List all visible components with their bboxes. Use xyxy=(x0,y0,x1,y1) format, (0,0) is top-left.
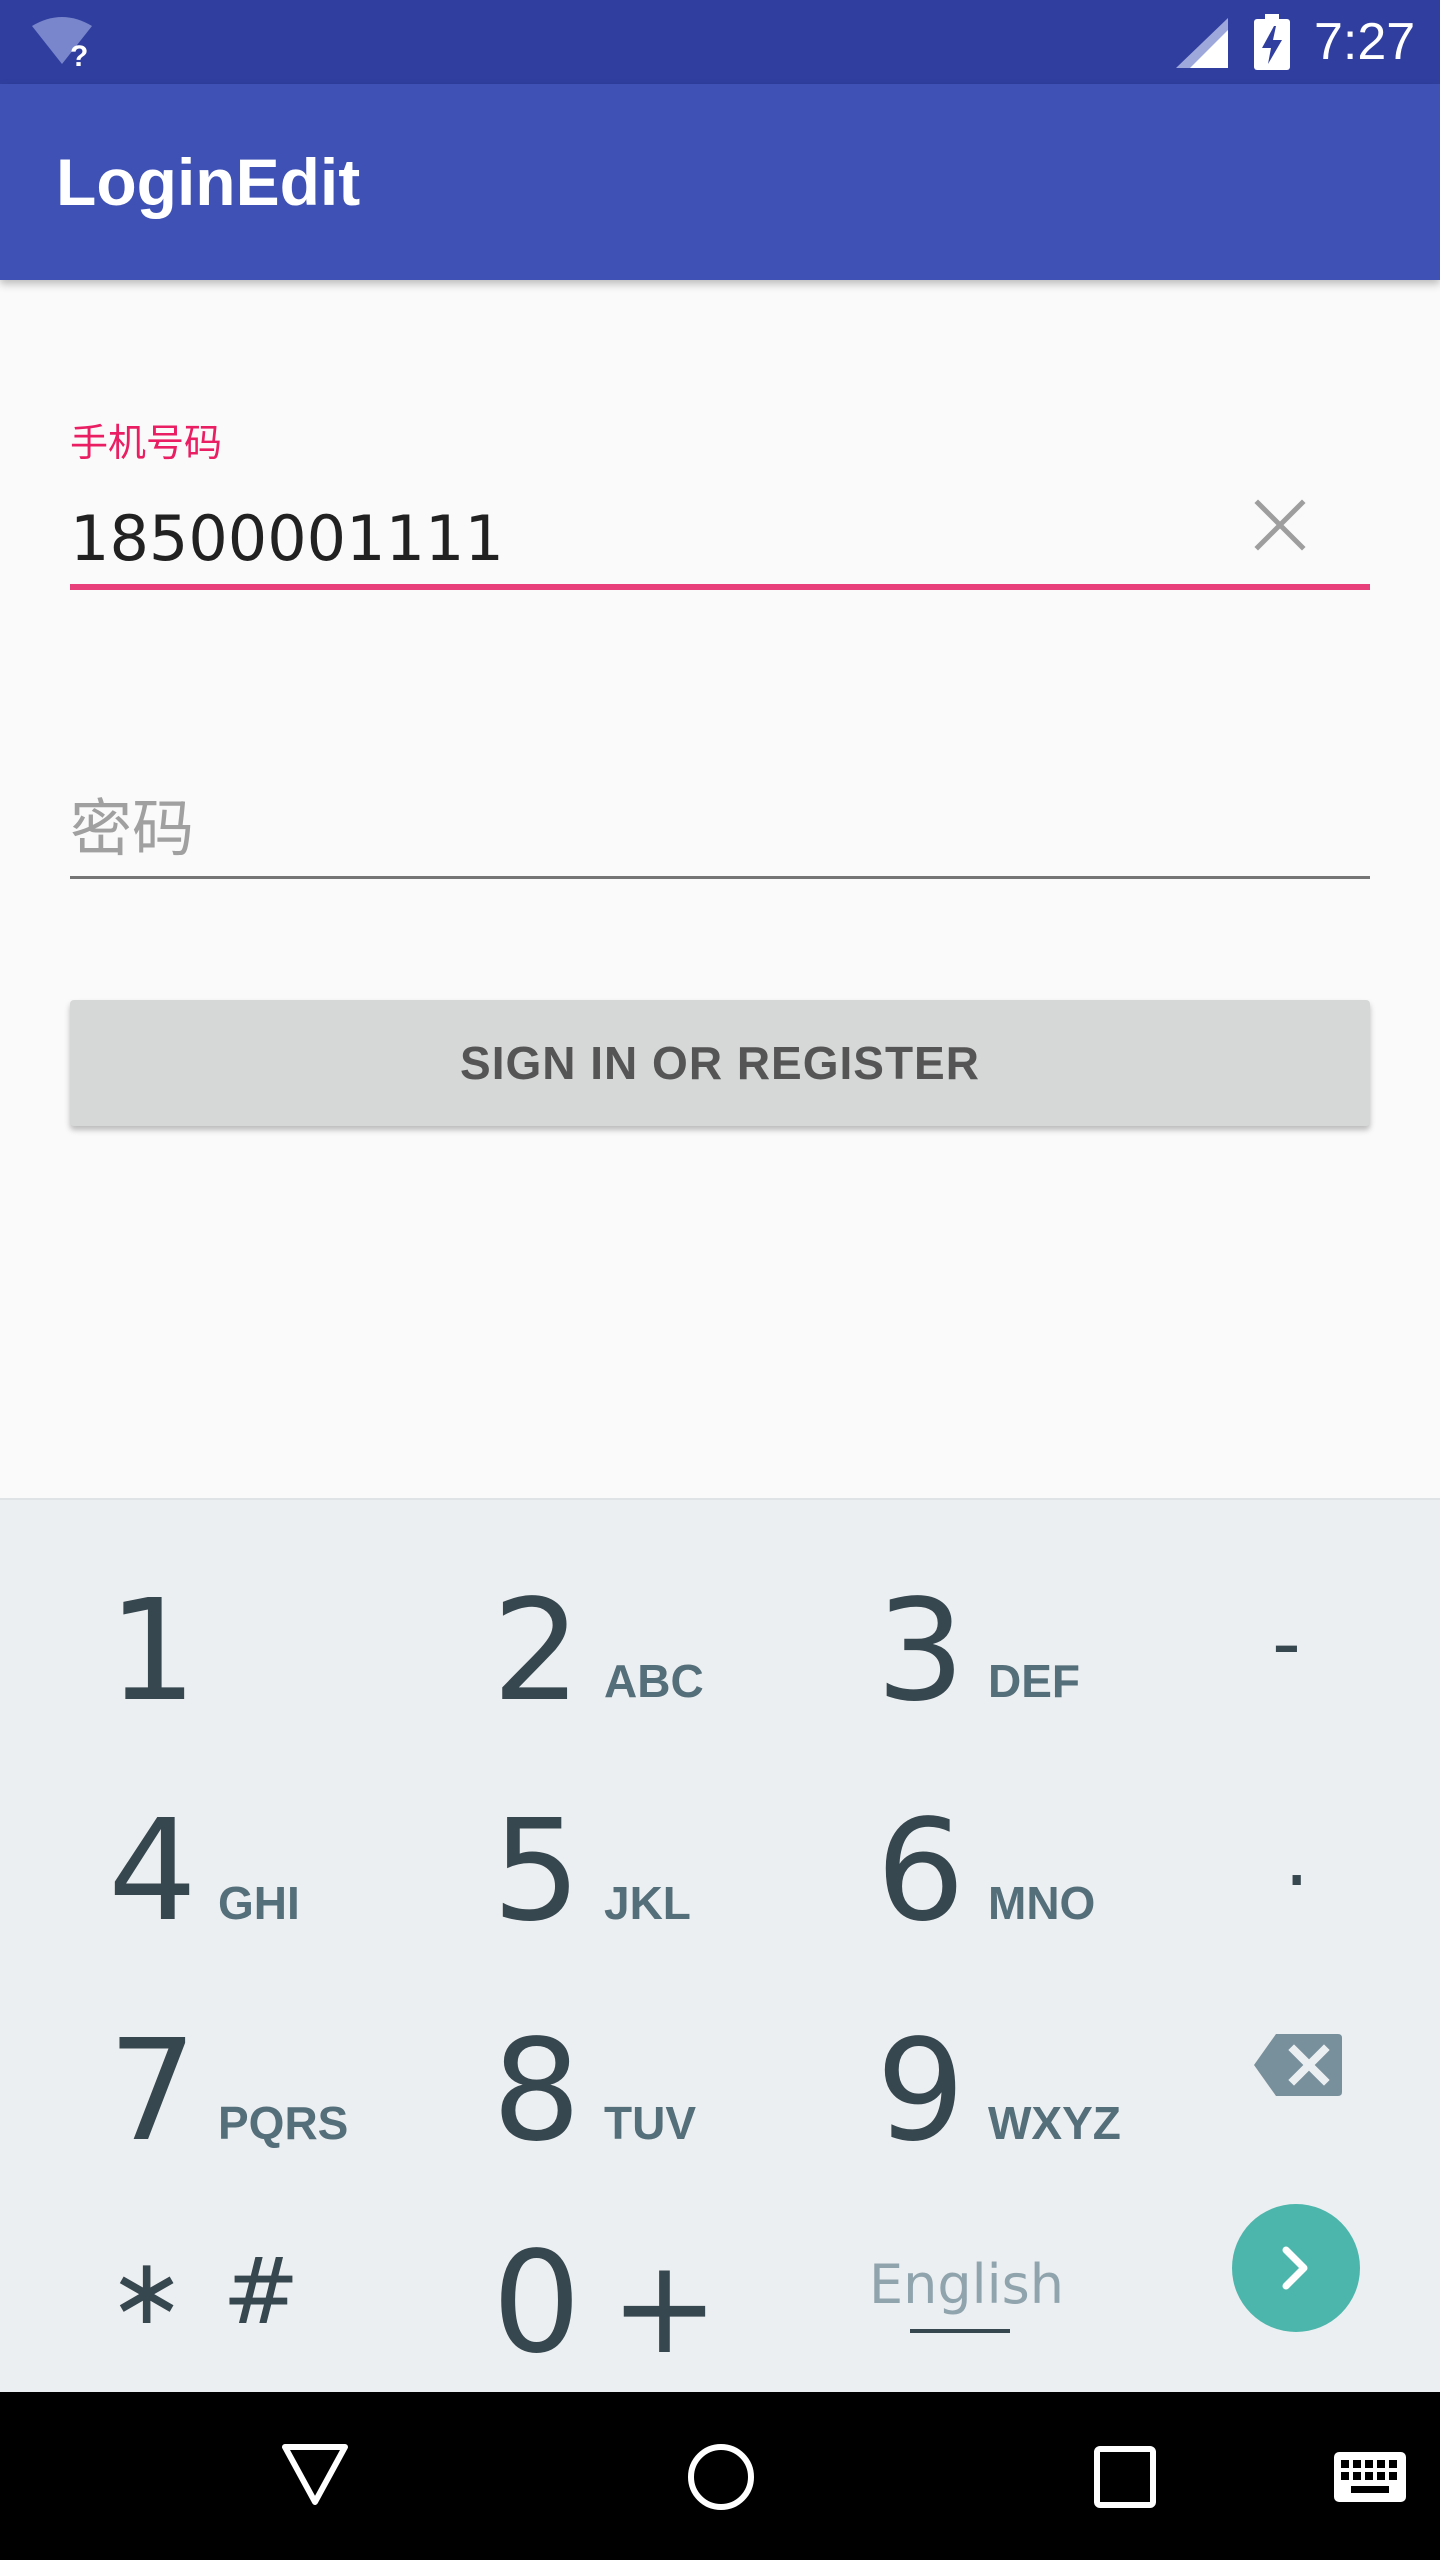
signal-icon xyxy=(1176,18,1228,68)
numeric-keyboard: 1 2 ABC 3 DEF - 4 GHI 5 JKL 6 MNO . 7 PQ… xyxy=(0,1498,1440,2392)
key-backspace[interactable] xyxy=(1200,1980,1400,2150)
home-button[interactable] xyxy=(676,2432,766,2522)
recents-button[interactable] xyxy=(1080,2432,1170,2522)
key-star-hash[interactable]: ∗ # xyxy=(60,2200,390,2370)
key-letters: WXYZ xyxy=(988,2097,1121,2149)
phone-input[interactable] xyxy=(70,490,1220,586)
key-digit: 1 xyxy=(108,1570,198,1733)
key-dot[interactable]: . xyxy=(1200,1762,1400,1932)
enter-button[interactable] xyxy=(1232,2204,1360,2332)
navigation-bar xyxy=(0,2392,1440,2560)
wifi-icon: ? xyxy=(32,17,92,70)
status-bar: ? 7:27 xyxy=(0,0,1440,84)
password-input[interactable] xyxy=(70,780,1370,876)
key-letters: PQRS xyxy=(218,2097,349,2149)
key-digit: 0 xyxy=(492,2222,582,2385)
language-label: English xyxy=(869,2253,1064,2316)
clear-button[interactable] xyxy=(1240,490,1320,560)
backspace-icon xyxy=(1254,2034,1342,2096)
status-time: 7:27 xyxy=(1314,13,1416,71)
key-7[interactable]: 7 PQRS xyxy=(60,1980,390,2162)
key-digit: 6 xyxy=(876,1790,966,1953)
recents-icon xyxy=(1094,2446,1156,2508)
keyboard-icon xyxy=(1334,2452,1406,2502)
key-digit: 4 xyxy=(108,1790,198,1953)
back-icon xyxy=(282,2444,348,2505)
password-field-underline xyxy=(70,876,1370,879)
wifi-badge: ? xyxy=(70,40,88,70)
key-digit: 8 xyxy=(492,2010,582,2173)
key-letters: JKL xyxy=(604,1877,691,1929)
key-letters: ABC xyxy=(604,1655,704,1707)
phone-field-label: 手机号码 xyxy=(70,421,223,465)
screen: ? 7:27 LoginEdit 手机号码 SIGN IN OR REGISTE… xyxy=(0,0,1440,2560)
key-plus: + xyxy=(610,2231,719,2383)
key-symbol: - xyxy=(1272,1597,1301,1690)
key-6[interactable]: 6 MNO xyxy=(824,1762,1154,1942)
key-letters: DEF xyxy=(988,1655,1080,1707)
key-8[interactable]: 8 TUV xyxy=(440,1980,770,2162)
key-digit: 5 xyxy=(492,1790,582,1953)
key-digit: 7 xyxy=(108,2010,198,2173)
key-0[interactable]: 0 + xyxy=(440,2200,770,2383)
key-5[interactable]: 5 JKL xyxy=(440,1762,770,1942)
keyboard-switch-button[interactable] xyxy=(1330,2442,1410,2512)
key-letters: MNO xyxy=(988,1877,1096,1929)
key-letters: TUV xyxy=(604,2097,696,2149)
key-symbol: . xyxy=(1284,1811,1310,1904)
key-symbol: ∗ # xyxy=(108,2238,300,2345)
sign-in-button[interactable]: SIGN IN OR REGISTER xyxy=(70,1000,1370,1126)
key-digit: 9 xyxy=(876,2010,966,2173)
key-3[interactable]: 3 DEF xyxy=(824,1540,1154,1722)
key-2[interactable]: 2 ABC xyxy=(440,1540,770,1722)
back-button[interactable] xyxy=(270,2438,360,2518)
chevron-right-icon xyxy=(1282,2246,1308,2290)
battery-charging-icon xyxy=(1254,14,1290,70)
clear-icon xyxy=(1254,499,1306,551)
key-digit: 3 xyxy=(876,1570,966,1733)
key-1[interactable]: 1 xyxy=(60,1540,390,1722)
key-4[interactable]: 4 GHI xyxy=(60,1762,390,1942)
app-bar: LoginEdit xyxy=(0,84,1440,280)
key-dash[interactable]: - xyxy=(1200,1540,1400,1710)
phone-field-underline xyxy=(70,584,1370,590)
key-language[interactable]: English xyxy=(824,2200,1154,2370)
home-icon xyxy=(688,2444,754,2510)
language-underline xyxy=(910,2329,1010,2333)
key-9[interactable]: 9 WXYZ xyxy=(824,1980,1154,2162)
key-letters: GHI xyxy=(218,1877,300,1929)
key-digit: 2 xyxy=(492,1570,582,1733)
app-title: LoginEdit xyxy=(56,145,361,219)
